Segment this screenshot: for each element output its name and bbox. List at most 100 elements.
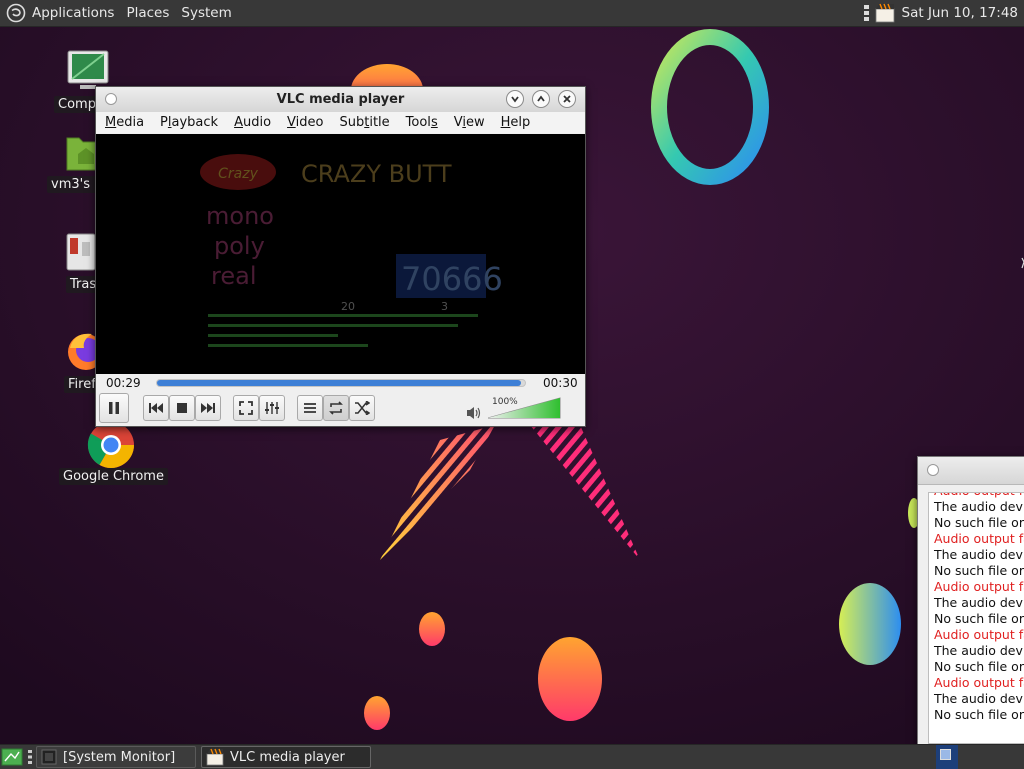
- menu-playback-label: Playback: [160, 115, 219, 130]
- terminal-icon: [41, 749, 57, 765]
- menu-mnemonic: l: [167, 115, 172, 130]
- log-line-error: Audio output fai: [934, 531, 1024, 546]
- menu-mnemonic: V: [287, 115, 296, 130]
- messages-window[interactable]: Audio output faiThe audio deviceNo such …: [917, 456, 1024, 746]
- skip-back-icon: [149, 403, 163, 413]
- video-small-number: 20: [341, 300, 355, 313]
- loop-button[interactable]: [323, 395, 349, 421]
- top-panel: Applications Places System Sat Jun 10, 1…: [0, 0, 1024, 27]
- video-area[interactable]: Crazy CRAZY BUTT mono poly real 70666 20…: [96, 134, 585, 374]
- vlc-tray-icon[interactable]: [874, 2, 896, 24]
- extended-settings-button[interactable]: [259, 395, 285, 421]
- playlist-icon: [304, 403, 316, 413]
- menu-subtitle[interactable]: Subtitle: [330, 112, 396, 133]
- elapsed-time[interactable]: 00:29: [106, 376, 141, 390]
- video-frame: Crazy CRAZY BUTT mono poly real 70666 20…: [200, 154, 503, 347]
- loop-icon: [329, 401, 343, 415]
- total-time[interactable]: 00:30: [543, 376, 578, 390]
- distro-logo-icon: [6, 3, 26, 23]
- menu-media[interactable]: Media: [96, 112, 151, 133]
- log-line-info: The audio device: [934, 595, 1024, 610]
- fullscreen-button[interactable]: [233, 395, 259, 421]
- menu-mnemonic: s: [430, 115, 438, 130]
- vlc-cone-icon: [206, 748, 224, 766]
- seek-bar[interactable]: [156, 379, 526, 387]
- vlc-window[interactable]: VLC media player Media Playback Audio Vi…: [95, 86, 586, 427]
- taskbar-item-label: VLC media player: [230, 749, 345, 765]
- vlc-menubar: Media Playback Audio Video Subtitle Tool…: [96, 112, 585, 133]
- close-button[interactable]: [558, 90, 576, 108]
- desktop-icon-chrome[interactable]: Google Chrome: [56, 420, 168, 490]
- places-menu-label: Places: [126, 5, 170, 21]
- log-line-info: No such file or d: [934, 611, 1024, 626]
- stop-icon: [177, 403, 187, 413]
- desktop-icon-label: Comp: [54, 96, 100, 113]
- video-small-number: 3: [441, 300, 448, 313]
- log-line-info: The audio device: [934, 643, 1024, 658]
- workspace-switcher[interactable]: [936, 745, 958, 769]
- applications-menu[interactable]: Applications: [0, 0, 120, 26]
- messages-log[interactable]: Audio output faiThe audio deviceNo such …: [928, 492, 1024, 744]
- previous-button[interactable]: [143, 395, 169, 421]
- menu-playback[interactable]: Playback: [151, 112, 225, 133]
- skip-forward-icon: [201, 403, 215, 413]
- taskbar-item-label: [System Monitor]: [63, 749, 176, 765]
- controls-bar: 100%: [96, 392, 585, 426]
- speaker-icon[interactable]: [466, 406, 482, 420]
- panel-handle-icon[interactable]: [27, 748, 33, 766]
- taskbar-item-system-monitor[interactable]: [System Monitor]: [36, 746, 196, 768]
- menu-mnemonic: M: [105, 115, 117, 130]
- shuffle-icon: [355, 401, 370, 415]
- menu-help[interactable]: Help: [492, 112, 538, 133]
- menu-tools[interactable]: Tools: [397, 112, 445, 133]
- menu-mnemonic: i: [462, 115, 466, 130]
- playlist-button[interactable]: [297, 395, 323, 421]
- close-icon: [563, 95, 571, 103]
- system-monitor-applet-icon[interactable]: [863, 4, 871, 22]
- minimize-button[interactable]: [506, 90, 524, 108]
- menu-mnemonic: H: [500, 115, 511, 130]
- log-line-info: No such file or d: [934, 515, 1024, 530]
- maximize-button[interactable]: [532, 90, 550, 108]
- menu-view[interactable]: View: [445, 112, 492, 133]
- log-line-info: No such file or d: [934, 659, 1024, 674]
- menu-subtitle-label: Subtitle: [339, 115, 390, 130]
- menu-view-label: View: [453, 115, 485, 130]
- messages-titlebar[interactable]: [918, 457, 1024, 485]
- video-word-1: mono: [206, 202, 274, 230]
- system-menu[interactable]: System: [175, 0, 237, 26]
- video-score-text: 70666: [401, 260, 503, 298]
- chrome-icon: [87, 422, 134, 468]
- log-line-info: The audio device: [934, 547, 1024, 562]
- taskbar-item-vlc[interactable]: VLC media player: [201, 746, 371, 768]
- show-desktop-icon[interactable]: [1, 748, 23, 766]
- stop-button[interactable]: [169, 395, 195, 421]
- volume-label: 100%: [492, 397, 518, 407]
- log-line-error: Audio output fai: [934, 579, 1024, 594]
- menu-video[interactable]: Video: [278, 112, 330, 133]
- menu-audio-label: Audio: [234, 115, 272, 130]
- system-menu-label: System: [181, 5, 232, 21]
- menu-video-label: Video: [287, 115, 324, 130]
- places-menu[interactable]: Places: [120, 0, 175, 26]
- menu-media-label: Media: [105, 115, 145, 130]
- log-line-error: Audio output fai: [934, 675, 1024, 690]
- vlc-titlebar[interactable]: VLC media player: [96, 87, 585, 113]
- seek-bar-fill: [157, 380, 521, 386]
- log-line-info: The audio device: [934, 691, 1024, 706]
- window-menu-icon[interactable]: [927, 464, 939, 476]
- workspace-1[interactable]: [940, 749, 951, 760]
- chevron-down-icon: [511, 96, 519, 103]
- log-line-info: No such file or d: [934, 707, 1024, 722]
- volume-slider[interactable]: 100%: [488, 396, 562, 420]
- next-button[interactable]: [195, 395, 221, 421]
- fullscreen-icon: [239, 401, 253, 415]
- panel-clock[interactable]: Sat Jun 10, 17:48: [902, 5, 1018, 21]
- shuffle-button[interactable]: [349, 395, 375, 421]
- desktop-icon-label: Google Chrome: [59, 468, 168, 485]
- video-word-2: poly: [214, 232, 265, 260]
- chevron-up-icon: [537, 95, 545, 102]
- time-row: 00:29 00:30: [96, 374, 585, 392]
- menu-audio[interactable]: Audio: [225, 112, 278, 133]
- pause-button[interactable]: [99, 393, 129, 423]
